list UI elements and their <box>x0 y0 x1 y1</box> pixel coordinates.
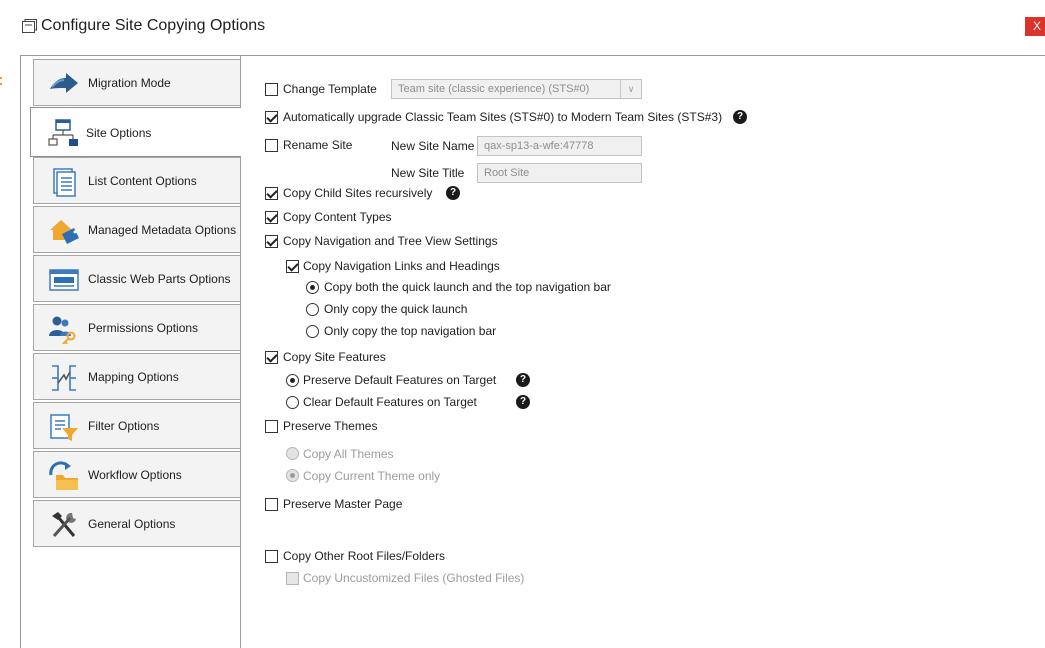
nav-both-label: Copy both the quick launch and the top n… <box>324 280 611 294</box>
preserve-features-label: Preserve Default Features on Target <box>303 373 497 387</box>
users-key-icon <box>49 316 76 344</box>
new-site-title-label: New Site Title <box>391 166 465 180</box>
site-tree-icon <box>48 119 78 146</box>
metadata-tag-icon <box>50 220 79 244</box>
copy-current-theme-radio[interactable] <box>286 469 299 482</box>
help-icon[interactable]: ? <box>516 395 530 409</box>
nav-quick-launch-label: Only copy the quick launch <box>324 302 468 316</box>
copy-current-theme-label: Copy Current Theme only <box>303 469 441 483</box>
preserve-themes-checkbox[interactable] <box>265 420 278 433</box>
tools-icon <box>52 512 76 537</box>
chevron-down-icon: ∨ <box>620 80 641 98</box>
title-bar: Configure Site Copying Options X <box>0 0 1045 55</box>
tab-label: Classic Web Parts Options <box>88 272 231 286</box>
edge-marker <box>0 83 2 85</box>
tab-general-options[interactable]: General Options <box>33 500 240 547</box>
copy-navigation-label: Copy Navigation and Tree View Settings <box>283 234 498 248</box>
copy-content-types-label: Copy Content Types <box>283 210 392 224</box>
copy-content-types-checkbox[interactable] <box>265 211 278 224</box>
tab-classic-web-parts-options[interactable]: Classic Web Parts Options <box>33 255 240 302</box>
mapping-icon <box>52 365 76 391</box>
tab-site-options[interactable]: Site Options <box>30 107 241 157</box>
nav-top-bar-radio[interactable] <box>306 325 319 338</box>
copy-child-sites-checkbox[interactable] <box>265 187 278 200</box>
tab-workflow-options[interactable]: Workflow Options <box>33 451 240 498</box>
copy-navigation-checkbox[interactable] <box>265 235 278 248</box>
tab-migration-mode[interactable]: Migration Mode <box>33 59 240 106</box>
template-dropdown[interactable]: Team site (classic experience) (STS#0) ∨ <box>391 79 642 99</box>
preserve-master-page-checkbox[interactable] <box>265 498 278 511</box>
web-part-icon <box>49 269 79 291</box>
clear-features-radio[interactable] <box>286 396 299 409</box>
copy-uncustomized-files-label: Copy Uncustomized Files (Ghosted Files) <box>303 571 525 585</box>
dialog-frame-top <box>20 55 1045 56</box>
copy-uncustomized-files-checkbox[interactable] <box>286 572 299 585</box>
copy-other-root-files-label: Copy Other Root Files/Folders <box>283 549 446 563</box>
tab-filter-options[interactable]: Filter Options <box>33 402 240 449</box>
tab-label: Mapping Options <box>88 370 179 384</box>
tab-label: Permissions Options <box>88 321 199 335</box>
rename-site-label: Rename Site <box>283 138 353 152</box>
tab-managed-metadata-options[interactable]: Managed Metadata Options <box>33 206 240 253</box>
clear-features-label: Clear Default Features on Target <box>303 395 477 409</box>
tab-label: Site Options <box>86 126 152 140</box>
preserve-features-radio[interactable] <box>286 374 299 387</box>
preserve-themes-label: Preserve Themes <box>283 419 378 433</box>
nav-quick-launch-radio[interactable] <box>306 303 319 316</box>
copy-other-root-files-checkbox[interactable] <box>265 550 278 563</box>
migration-arrow-icon <box>50 73 78 93</box>
new-site-name-input[interactable]: qax-sp13-a-wfe:47778 <box>477 136 642 156</box>
copy-site-features-checkbox[interactable] <box>265 351 278 364</box>
help-icon[interactable]: ? <box>733 110 747 124</box>
change-template-checkbox[interactable] <box>265 83 278 96</box>
tab-label: List Content Options <box>88 174 197 188</box>
nav-both-radio[interactable] <box>306 281 319 294</box>
copy-nav-links-label: Copy Navigation Links and Headings <box>303 259 500 273</box>
help-icon[interactable]: ? <box>446 186 460 200</box>
tab-label: Migration Mode <box>88 76 171 90</box>
nav-top-bar-label: Only copy the top navigation bar <box>324 324 497 338</box>
dialog-frame-left <box>20 55 21 648</box>
tab-list-content-options[interactable]: List Content Options <box>33 157 240 204</box>
copy-site-features-label: Copy Site Features <box>283 350 386 364</box>
tab-label: Workflow Options <box>88 468 182 482</box>
copy-all-themes-radio[interactable] <box>286 447 299 460</box>
change-template-label: Change Template <box>283 82 377 96</box>
workflow-folder-icon <box>49 461 78 490</box>
new-site-name-label: New Site Name <box>391 139 475 153</box>
close-button[interactable]: X <box>1025 17 1045 36</box>
window-title: Configure Site Copying Options <box>41 17 266 34</box>
tab-permissions-options[interactable]: Permissions Options <box>33 304 240 351</box>
copy-document-icon <box>22 19 37 33</box>
tab-label: Filter Options <box>88 419 160 433</box>
edge-marker <box>0 77 2 79</box>
new-site-title-input[interactable]: Root Site <box>477 163 642 183</box>
tab-mapping-options[interactable]: Mapping Options <box>33 353 240 400</box>
rename-site-checkbox[interactable] <box>265 139 278 152</box>
help-icon[interactable]: ? <box>516 373 530 387</box>
template-dropdown-value: Team site (classic experience) (STS#0) <box>398 83 590 95</box>
tab-label: General Options <box>88 517 176 531</box>
filter-document-icon <box>50 414 78 441</box>
preserve-master-page-label: Preserve Master Page <box>283 497 403 511</box>
copy-all-themes-label: Copy All Themes <box>303 447 394 461</box>
auto-upgrade-checkbox[interactable] <box>265 111 278 124</box>
list-document-icon <box>53 168 76 197</box>
auto-upgrade-label: Automatically upgrade Classic Team Sites… <box>283 110 723 124</box>
tab-label: Managed Metadata Options <box>88 223 237 237</box>
copy-child-sites-label: Copy Child Sites recursively <box>283 186 433 200</box>
copy-nav-links-checkbox[interactable] <box>286 260 299 273</box>
